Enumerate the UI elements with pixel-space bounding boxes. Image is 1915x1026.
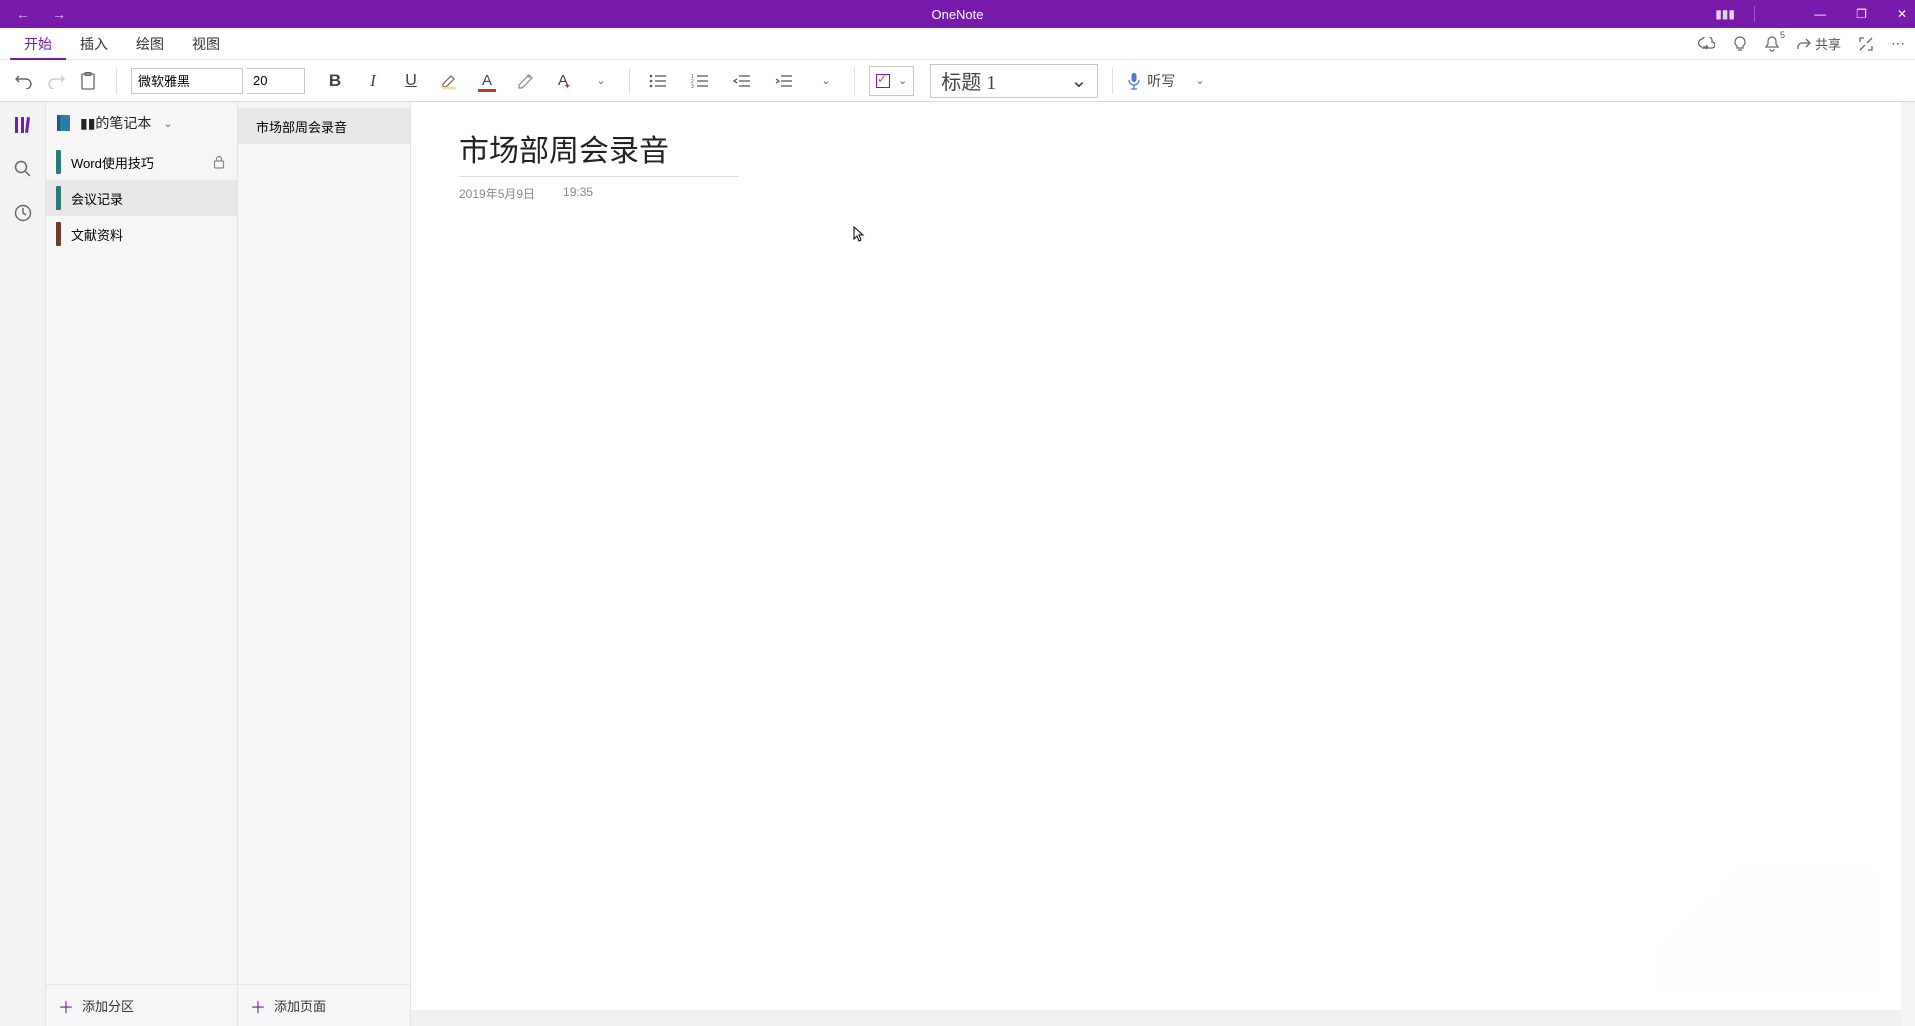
ribbon-sep-3 [854, 68, 855, 94]
tab-row: 开始 插入 绘图 视图 5 共享 ⋯ [0, 28, 1915, 60]
share-button[interactable]: 共享 [1797, 34, 1841, 53]
notification-count: 5 [1780, 30, 1785, 40]
bold-icon[interactable]: B [321, 67, 349, 95]
section-color-bar [56, 222, 61, 246]
page-meta: 2019年5月9日 19:35 [459, 185, 1867, 202]
page-time: 19:35 [563, 185, 593, 202]
nav-rail [0, 102, 46, 1026]
app-title: OneNote [931, 7, 983, 22]
cursor-icon [853, 226, 865, 242]
ribbon-toolbar: B I U A A✦ ⌄ 123 ⌄ ⌄ [0, 60, 1915, 102]
share-label: 共享 [1815, 34, 1841, 53]
recent-icon[interactable] [14, 204, 32, 222]
add-page-button[interactable]: ＋ 添加页面 [238, 984, 410, 1026]
back-arrow-icon[interactable]: ← [16, 6, 30, 22]
chevron-down-icon: ⌄ [1070, 68, 1087, 93]
page-title[interactable]: 市场部周会录音 [459, 126, 739, 177]
tab-view[interactable]: 视图 [178, 28, 234, 60]
font-size-input[interactable] [247, 68, 305, 94]
search-icon[interactable] [14, 160, 32, 178]
tag-todo-dropdown[interactable]: ⌄ [869, 66, 914, 96]
page-label: 市场部周会录音 [256, 117, 347, 136]
sections-panel: ▮▮的笔记本 ⌄ Word使用技巧 会议记录 文献资料 ＋ 添加分区 [46, 102, 238, 1026]
undo-icon[interactable] [10, 67, 38, 95]
ribbon-sep [116, 68, 117, 94]
section-label: 文献资料 [71, 225, 123, 244]
ribbon-sep-2 [629, 68, 630, 94]
add-section-label: 添加分区 [82, 996, 134, 1015]
note-canvas[interactable]: 市场部周会录音 2019年5月9日 19:35 [411, 102, 1915, 1026]
section-references[interactable]: 文献资料 [46, 216, 237, 252]
numbered-list-icon[interactable]: 123 [686, 67, 714, 95]
title-bar: ← → OneNote ▮▮▮ — ❐ ✕ [0, 0, 1915, 28]
cloud-sync-icon[interactable] [1697, 37, 1715, 51]
section-word-tips[interactable]: Word使用技巧 [46, 144, 237, 180]
pages-panel: 市场部周会录音 ＋ 添加页面 [238, 102, 411, 1026]
redo-icon[interactable] [42, 67, 70, 95]
fullscreen-icon[interactable] [1859, 37, 1873, 51]
clipboard-icon[interactable] [74, 67, 102, 95]
tab-insert[interactable]: 插入 [66, 28, 122, 60]
indent-icon[interactable] [770, 67, 798, 95]
lock-icon [213, 155, 225, 169]
clear-format-icon[interactable] [511, 67, 539, 95]
section-meeting-notes[interactable]: 会议记录 [46, 180, 237, 216]
notification-bell-icon[interactable]: 5 [1765, 36, 1779, 52]
page-date: 2019年5月9日 [459, 185, 535, 202]
tab-home[interactable]: 开始 [10, 28, 66, 60]
page-item[interactable]: 市场部周会录音 [238, 108, 410, 144]
ribbon-sep-4 [1112, 68, 1113, 94]
vertical-scrollbar[interactable] [1901, 102, 1915, 1026]
lightbulb-icon[interactable] [1733, 36, 1747, 52]
maximize-icon[interactable]: ❐ [1856, 7, 1867, 21]
style-label: 标题 1 [941, 66, 996, 95]
checkbox-icon [876, 74, 890, 88]
section-color-bar [56, 186, 61, 210]
paragraph-more-chevron-icon[interactable]: ⌄ [812, 67, 840, 95]
app-body: ▮▮的笔记本 ⌄ Word使用技巧 会议记录 文献资料 ＋ 添加分区 市场部周会… [0, 102, 1915, 1026]
user-label[interactable]: ▮▮▮ [1715, 7, 1735, 21]
plus-icon: ＋ [58, 994, 74, 1018]
forward-arrow-icon[interactable]: → [52, 6, 66, 22]
minimize-icon[interactable]: — [1814, 7, 1826, 21]
dictate-button[interactable]: 听写 ⌄ [1127, 71, 1204, 91]
notebook-selector[interactable]: ▮▮的笔记本 ⌄ [46, 102, 237, 144]
section-color-bar [56, 150, 61, 174]
font-more-chevron-icon[interactable]: ⌄ [587, 67, 615, 95]
chevron-down-icon: ⌄ [163, 117, 172, 130]
style-dropdown[interactable]: 标题 1 ⌄ [930, 64, 1098, 98]
more-icon[interactable]: ⋯ [1891, 35, 1905, 52]
dictate-label: 听写 [1147, 71, 1175, 91]
plus-icon: ＋ [250, 994, 266, 1018]
add-section-button[interactable]: ＋ 添加分区 [46, 984, 237, 1026]
notebook-icon [56, 114, 72, 132]
horizontal-scrollbar[interactable] [411, 1010, 1901, 1026]
font-color-icon[interactable]: A [473, 67, 501, 95]
titlebar-divider [1754, 6, 1755, 22]
microphone-icon [1127, 72, 1141, 90]
italic-icon[interactable]: I [359, 67, 387, 95]
outdent-icon[interactable] [728, 67, 756, 95]
text-effects-icon[interactable]: A✦ [549, 67, 577, 95]
font-name-input[interactable] [131, 68, 243, 94]
underline-icon[interactable]: U [397, 67, 425, 95]
tab-draw[interactable]: 绘图 [122, 28, 178, 60]
section-label: Word使用技巧 [71, 153, 154, 172]
notebook-name: ▮▮的笔记本 [80, 113, 151, 133]
helper-overlay [1655, 870, 1875, 990]
chevron-down-icon: ⌄ [898, 74, 907, 87]
notebooks-icon[interactable] [13, 116, 33, 134]
chevron-down-icon: ⌄ [1195, 74, 1204, 87]
section-label: 会议记录 [71, 189, 123, 208]
bullet-list-icon[interactable] [644, 67, 672, 95]
svg-text:3: 3 [691, 84, 694, 88]
close-icon[interactable]: ✕ [1897, 7, 1907, 21]
add-page-label: 添加页面 [274, 996, 326, 1015]
highlight-icon[interactable] [435, 67, 463, 95]
